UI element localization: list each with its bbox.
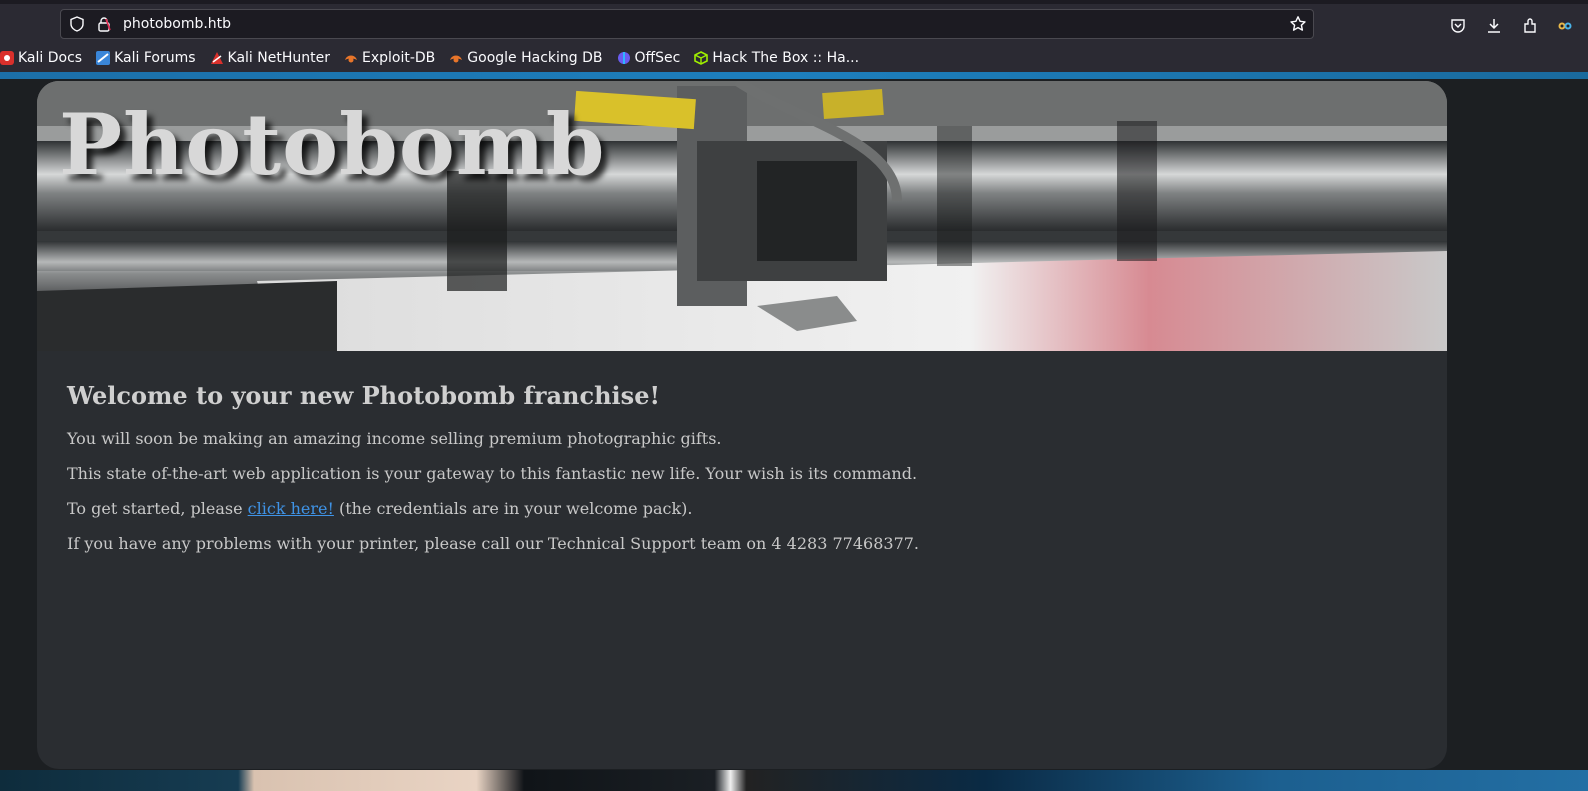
gateway-paragraph: This state of-the-art web application is… <box>67 464 918 483</box>
kali-forums-icon <box>96 51 111 65</box>
bookmark-kali-forums[interactable]: Kali Forums <box>96 44 202 72</box>
url-text[interactable]: photobomb.htb <box>123 16 231 32</box>
bookmark-label: Google Hacking DB <box>467 50 603 66</box>
bookmark-label: Hack The Box :: Ha... <box>712 50 860 66</box>
bookmark-exploit-db[interactable]: Exploit-DB <box>344 44 442 72</box>
intro-paragraph: You will soon be making an amazing incom… <box>67 429 722 448</box>
bookmark-label: Exploit-DB <box>361 50 436 66</box>
get-started-text: To get started, please <box>67 499 248 518</box>
google-hacking-db-icon <box>449 51 463 65</box>
browser-toolbar: photobomb.htb <box>0 0 1588 44</box>
welcome-content: Welcome to your new Photobomb franchise!… <box>67 381 1367 568</box>
bookmark-hack-the-box[interactable]: Hack The Box :: Ha... <box>694 44 866 72</box>
site-title: Photobomb <box>59 95 606 194</box>
bookmark-label: Kali Docs <box>18 50 83 66</box>
bookmark-kali-docs[interactable]: Kali Docs <box>0 44 89 72</box>
bookmark-offsec[interactable]: OffSec <box>617 44 688 72</box>
lock-icon[interactable] <box>96 16 112 32</box>
bookmark-star-icon[interactable] <box>1289 15 1307 33</box>
bookmarks-toolbar: Kali Docs Kali Forums Kali NetHunter Exp… <box>0 44 1588 72</box>
bookmark-google-hacking-db[interactable]: Google Hacking DB <box>449 44 609 72</box>
offsec-icon <box>617 51 631 65</box>
address-bar[interactable]: photobomb.htb <box>60 9 1314 39</box>
bookmark-label: Kali Forums <box>114 50 196 66</box>
hack-the-box-icon <box>694 51 709 65</box>
hero-banner-printer-image: Photobomb <box>37 81 1447 351</box>
welcome-heading: Welcome to your new Photobomb franchise! <box>67 381 660 410</box>
page-top-accent <box>0 72 1588 79</box>
bookmark-label: Kali NetHunter <box>227 50 330 66</box>
credentials-note: (the credentials are in your welcome pac… <box>333 499 693 518</box>
extensions-icon[interactable] <box>1521 17 1539 35</box>
bookmark-label: OffSec <box>634 50 681 66</box>
download-icon[interactable] <box>1485 17 1503 35</box>
bookmark-kali-nethunter[interactable]: Kali NetHunter <box>210 44 337 72</box>
get-started-paragraph: To get started, please click here! (the … <box>67 498 1367 519</box>
support-paragraph: If you have any problems with your print… <box>67 534 920 553</box>
extension-addon-icon[interactable] <box>1556 17 1574 35</box>
shield-icon[interactable] <box>69 16 85 32</box>
background-photo-strip <box>0 770 1588 791</box>
kali-nethunter-icon <box>210 51 224 65</box>
kali-docs-icon <box>0 51 14 65</box>
exploit-db-icon <box>344 51 358 65</box>
pocket-icon[interactable] <box>1449 17 1467 35</box>
main-card: Photobomb Welcome to your new Photobomb … <box>37 81 1447 769</box>
click-here-link[interactable]: click here! <box>248 499 334 518</box>
